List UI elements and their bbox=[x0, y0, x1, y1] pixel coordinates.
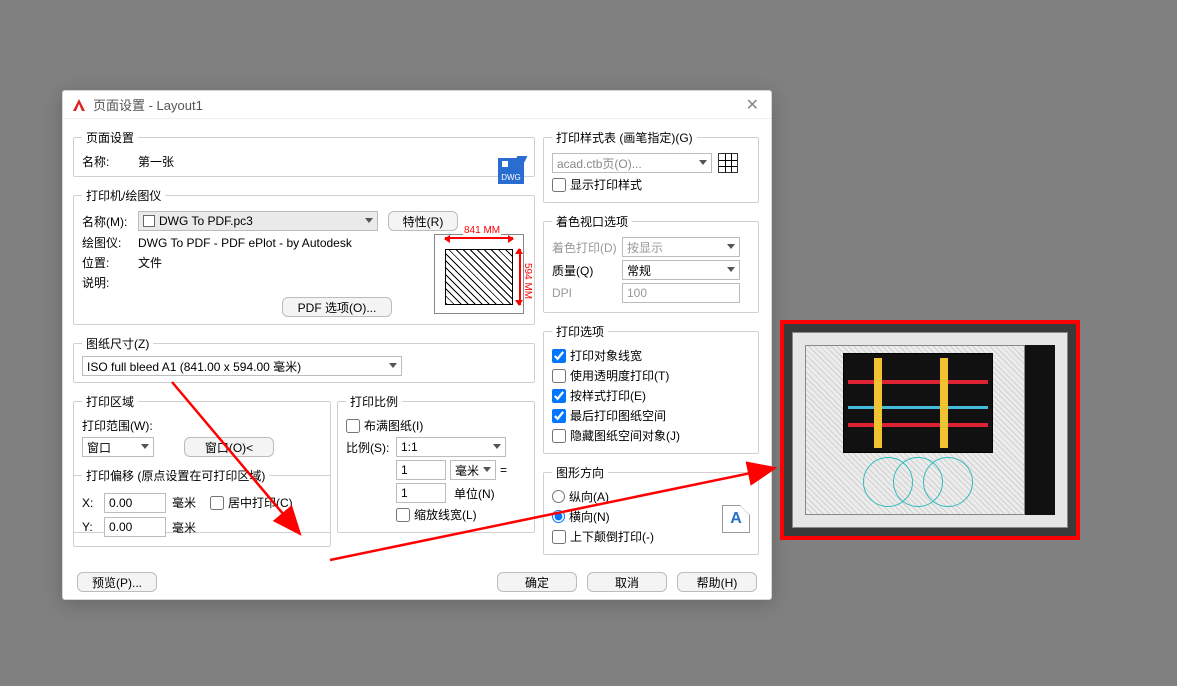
y-label: Y: bbox=[82, 520, 104, 534]
y-input[interactable] bbox=[104, 517, 166, 537]
orientation-group: 图形方向 纵向(A) 横向(N) 上下颠倒打印(-) A bbox=[543, 464, 759, 555]
upside-down-checkbox[interactable]: 上下颠倒打印(-) bbox=[552, 528, 750, 545]
group-legend: 打印区域 bbox=[82, 393, 138, 410]
center-plot-checkbox[interactable]: 居中打印(C) bbox=[210, 494, 293, 511]
quality-label: 质量(Q) bbox=[552, 262, 622, 279]
orientation-icon: A bbox=[722, 505, 750, 533]
paper-size-group: 图纸尺寸(Z) ISO full bleed A1 (841.00 x 594.… bbox=[73, 335, 535, 383]
paper-preview: 841 MM 594 MM bbox=[434, 234, 524, 314]
group-legend: 着色视口选项 bbox=[552, 213, 632, 230]
dwg-icon: DWG bbox=[498, 158, 524, 184]
plot-style-group: 打印样式表 (画笔指定)(G) acad.ctb页(O)... 显示打印样式 bbox=[543, 129, 759, 203]
landscape-radio[interactable]: 横向(N) bbox=[552, 508, 750, 525]
autocad-icon bbox=[71, 97, 87, 113]
shaded-viewport-group: 着色视口选项 着色打印(D)按显示 质量(Q)常规 DPI bbox=[543, 213, 759, 313]
page-setup-group: 页面设置 名称: 第一张 DWG bbox=[73, 129, 535, 177]
plotter-label: 绘图仪: bbox=[82, 234, 138, 251]
scale-select[interactable]: 1:1 bbox=[396, 437, 506, 457]
pdf-options-button[interactable]: PDF 选项(O)... bbox=[282, 297, 392, 317]
desc-label: 说明: bbox=[82, 274, 138, 291]
help-button[interactable]: 帮助(H) bbox=[677, 572, 757, 592]
where-label: 位置: bbox=[82, 254, 138, 271]
edit-table-icon[interactable] bbox=[718, 153, 738, 173]
fit-to-paper-checkbox[interactable]: 布满图纸(I) bbox=[346, 417, 526, 434]
x-label: X: bbox=[82, 496, 104, 510]
quality-select[interactable]: 常规 bbox=[622, 260, 740, 280]
group-legend: 打印机/绘图仪 bbox=[82, 187, 165, 204]
group-legend: 图纸尺寸(Z) bbox=[82, 335, 153, 352]
where-value: 文件 bbox=[138, 254, 162, 271]
group-legend: 图形方向 bbox=[552, 464, 608, 481]
window-button[interactable]: 窗口(O)< bbox=[184, 437, 274, 457]
plot-style-select[interactable]: acad.ctb页(O)... bbox=[552, 153, 712, 173]
scale-mm-input[interactable] bbox=[396, 460, 446, 480]
group-legend: 打印样式表 (画笔指定)(G) bbox=[552, 129, 697, 146]
shade-plot-label: 着色打印(D) bbox=[552, 239, 622, 256]
dpi-label: DPI bbox=[552, 286, 622, 300]
plot-options-group: 打印选项 打印对象线宽使用透明度打印(T) 按样式打印(E) 最后打印图纸空间隐藏图… bbox=[543, 323, 759, 454]
printer-name-select[interactable]: DWG To PDF.pc3 bbox=[138, 211, 378, 231]
plot-option-checkbox[interactable]: 使用透明度打印(T) bbox=[552, 367, 750, 384]
scale-label: 比例(S): bbox=[346, 439, 396, 456]
printer-group: 打印机/绘图仪 名称(M): DWG To PDF.pc3 特性(R) 绘图仪:… bbox=[73, 187, 535, 325]
scale-lineweights-checkbox[interactable]: 缩放线宽(L) bbox=[396, 506, 526, 523]
close-icon[interactable]: ✕ bbox=[742, 95, 763, 115]
dpi-input bbox=[622, 283, 740, 303]
plot-offset-group: 打印偏移 (原点设置在可打印区域) X: 毫米 居中打印(C) Y: 毫米 bbox=[73, 467, 331, 547]
plotter-value: DWG To PDF - PDF ePlot - by Autodesk bbox=[138, 236, 352, 250]
printer-name-label: 名称(M): bbox=[82, 213, 138, 230]
name-label: 名称: bbox=[82, 153, 138, 170]
scale-mm-unit-select[interactable]: 毫米 bbox=[450, 460, 496, 480]
name-value: 第一张 bbox=[138, 153, 174, 170]
ok-button[interactable]: 确定 bbox=[497, 572, 577, 592]
plot-what-select[interactable]: 窗口 bbox=[82, 437, 154, 457]
preview-button[interactable]: 预览(P)... bbox=[77, 572, 157, 592]
plot-option-checkbox[interactable]: 隐藏图纸空间对象(J) bbox=[552, 427, 750, 444]
plot-option-checkbox[interactable]: 最后打印图纸空间 bbox=[552, 407, 750, 424]
x-input[interactable] bbox=[104, 493, 166, 513]
display-plot-styles-checkbox[interactable]: 显示打印样式 bbox=[552, 176, 750, 193]
dialog-footer: 预览(P)... 确定 取消 帮助(H) bbox=[63, 565, 771, 599]
printer-small-icon bbox=[143, 215, 155, 227]
scale-units-input[interactable] bbox=[396, 483, 446, 503]
paper-size-select[interactable]: ISO full bleed A1 (841.00 x 594.00 毫米) bbox=[82, 356, 402, 376]
plot-what-label: 打印范围(W): bbox=[82, 417, 153, 434]
page-setup-dialog: 页面设置 - Layout1 ✕ 页面设置 名称: 第一张 DWG 打印机/绘图… bbox=[62, 90, 772, 600]
plot-option-checkbox[interactable]: 打印对象线宽 bbox=[552, 347, 750, 364]
scale-equals: = bbox=[500, 463, 507, 477]
group-legend: 打印比例 bbox=[346, 393, 402, 410]
group-legend: 打印偏移 (原点设置在可打印区域) bbox=[82, 467, 269, 484]
scale-units-label: 单位(N) bbox=[454, 485, 495, 502]
cancel-button[interactable]: 取消 bbox=[587, 572, 667, 592]
plot-option-checkbox[interactable]: 按样式打印(E) bbox=[552, 387, 750, 404]
shade-plot-select: 按显示 bbox=[622, 237, 740, 257]
printer-properties-button[interactable]: 特性(R) bbox=[388, 211, 458, 231]
group-legend: 打印选项 bbox=[552, 323, 608, 340]
plot-scale-group: 打印比例 布满图纸(I) 比例(S): 1:1 毫米 = bbox=[337, 393, 535, 533]
group-legend: 页面设置 bbox=[82, 129, 138, 146]
titlebar: 页面设置 - Layout1 ✕ bbox=[63, 91, 771, 119]
drawing-preview-thumbnail bbox=[780, 320, 1080, 540]
portrait-radio[interactable]: 纵向(A) bbox=[552, 488, 750, 505]
dialog-title: 页面设置 - Layout1 bbox=[93, 95, 742, 114]
